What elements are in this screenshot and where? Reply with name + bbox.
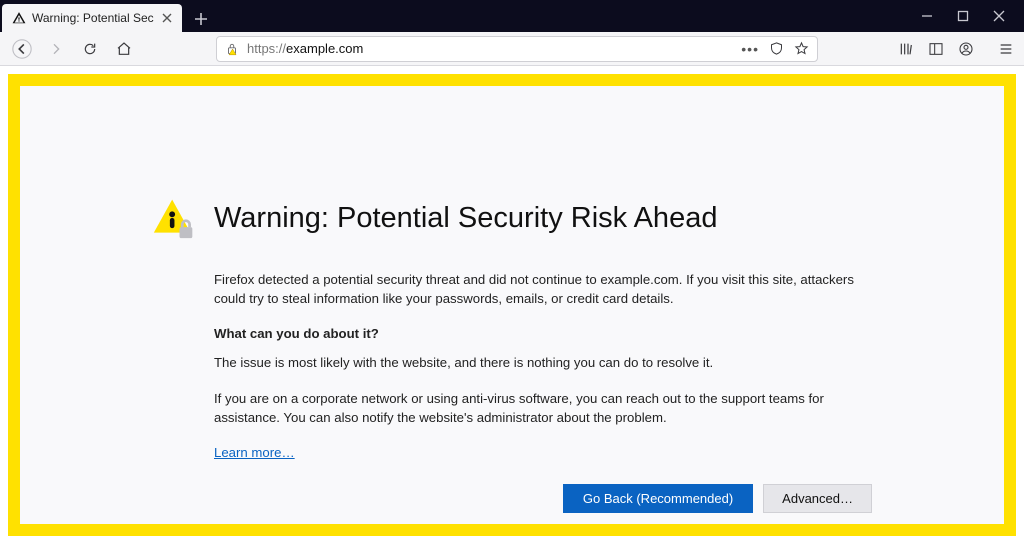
reload-button[interactable] [78, 37, 102, 61]
window-maximize-icon[interactable] [956, 9, 970, 23]
advanced-button[interactable]: Advanced… [763, 484, 872, 513]
warning-paragraph-3: If you are on a corporate network or usi… [214, 389, 872, 427]
content-area: Warning: Potential Security Risk Ahead F… [0, 66, 1024, 544]
browser-window: Warning: Potential Security Risk Ahead [0, 0, 1024, 544]
page-title: Warning: Potential Security Risk Ahead [214, 202, 717, 235]
lock-warning-icon [225, 42, 239, 56]
tab-title: Warning: Potential Security Risk Ahead [32, 11, 154, 25]
back-button[interactable] [10, 37, 34, 61]
forward-button[interactable] [44, 37, 68, 61]
url-domain: example.com [286, 41, 363, 56]
url-text: https://example.com [247, 41, 733, 56]
go-back-button[interactable]: Go Back (Recommended) [563, 484, 753, 513]
tab-close-icon[interactable] [160, 11, 174, 25]
warning-paragraph-1: Firefox detected a potential security th… [214, 270, 872, 308]
warning-triangle-icon [152, 196, 196, 240]
nav-toolbar: https://example.com ••• [0, 32, 1024, 66]
tab-strip: Warning: Potential Security Risk Ahead [0, 0, 1024, 32]
learn-more-link[interactable]: Learn more… [214, 445, 295, 460]
warning-paragraph-2: The issue is most likely with the websit… [214, 353, 872, 372]
page-actions-icon[interactable]: ••• [741, 41, 759, 57]
shield-icon[interactable] [769, 41, 784, 56]
new-tab-button[interactable] [188, 6, 214, 32]
account-icon[interactable] [958, 41, 974, 57]
tab-active[interactable]: Warning: Potential Security Risk Ahead [2, 4, 182, 32]
warning-subheading: What can you do about it? [214, 324, 872, 343]
url-bar[interactable]: https://example.com ••• [216, 36, 818, 62]
window-minimize-icon[interactable] [920, 9, 934, 23]
home-button[interactable] [112, 37, 136, 61]
security-warning-frame: Warning: Potential Security Risk Ahead F… [8, 74, 1016, 536]
url-prefix: https:// [247, 41, 286, 56]
window-controls [920, 0, 1016, 32]
warning-icon [12, 11, 26, 25]
menu-icon[interactable] [998, 41, 1014, 57]
library-icon[interactable] [898, 41, 914, 57]
sidebars-icon[interactable] [928, 41, 944, 57]
bookmark-star-icon[interactable] [794, 41, 809, 56]
window-close-icon[interactable] [992, 9, 1006, 23]
